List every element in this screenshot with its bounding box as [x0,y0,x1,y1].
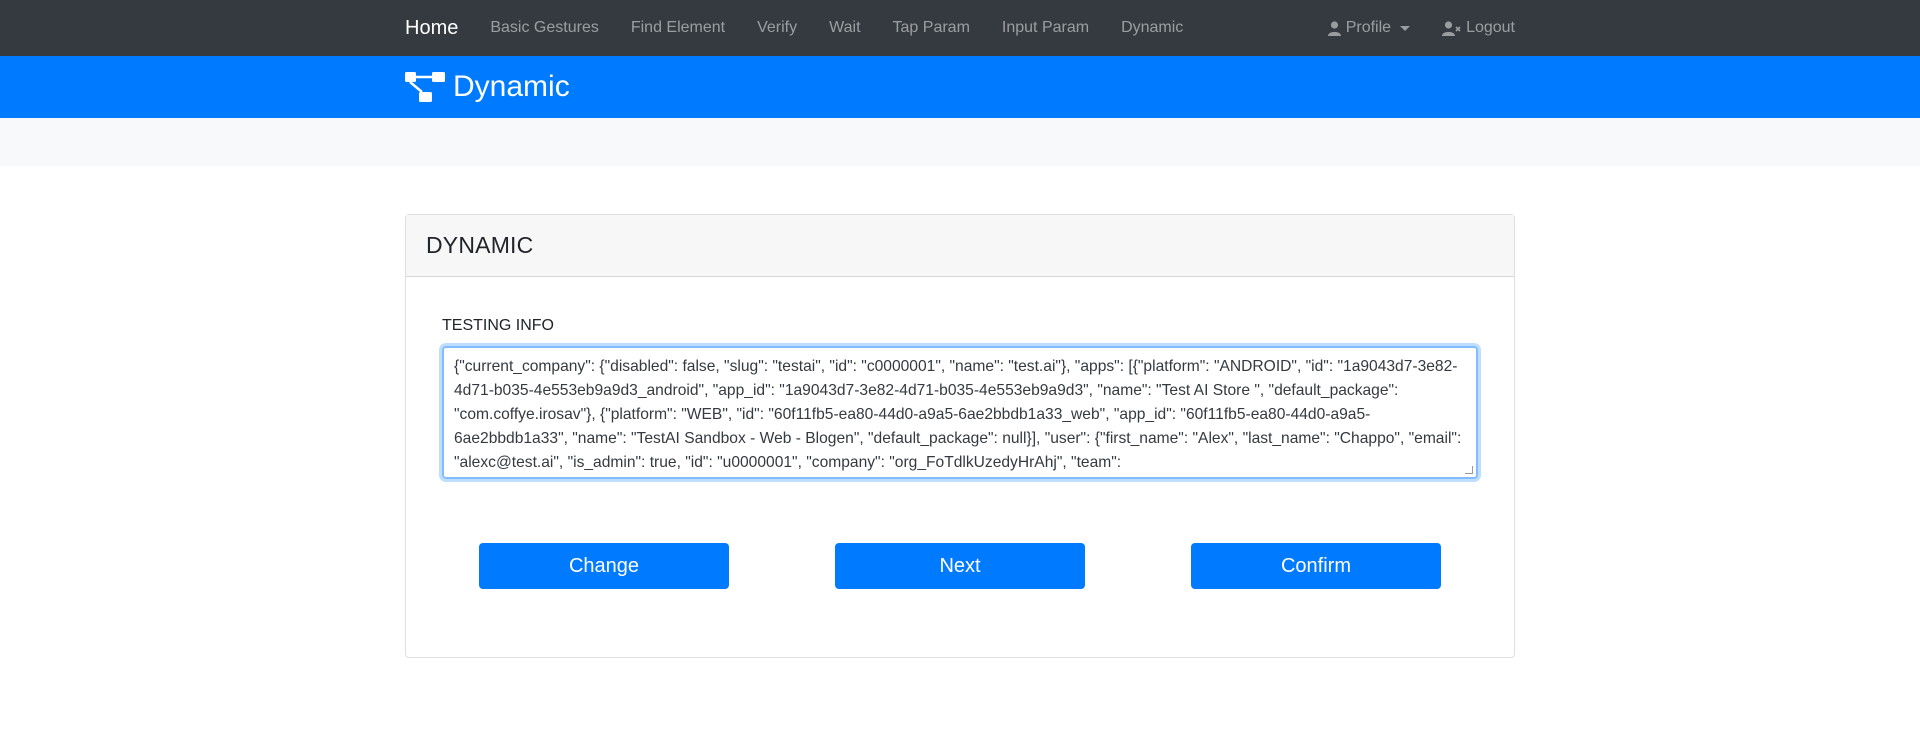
profile-dropdown[interactable]: Profile [1327,19,1411,37]
nav-link-input-param[interactable]: Input Param [1002,19,1089,37]
chevron-down-icon [1400,25,1411,31]
user-icon [1327,20,1341,36]
change-button[interactable]: Change [479,543,729,589]
testing-info-text: {"current_company": {"disabled": false, … [454,358,1466,471]
nav-link-dynamic[interactable]: Dynamic [1121,19,1183,37]
resize-handle[interactable] [1465,466,1473,474]
nav-right-group: Profile Logout [1296,19,1515,37]
nav-link-find-element[interactable]: Find Element [631,19,725,37]
sub-bar [0,118,1920,166]
nav-link-verify[interactable]: Verify [757,19,797,37]
navbar-container: Home Basic Gestures Find Element Verify … [405,0,1515,56]
profile-label: Profile [1345,19,1392,36]
top-navbar: Home Basic Gestures Find Element Verify … [0,0,1920,56]
dynamic-card: DYNAMIC TESTING INFO {"current_company":… [405,214,1515,658]
logout-label: Logout [1466,19,1515,36]
sitemap-icon [405,72,445,102]
testing-info-textarea[interactable]: {"current_company": {"disabled": false, … [442,346,1478,479]
logout-link[interactable]: Logout [1442,19,1515,37]
testing-info-label: TESTING INFO [442,317,554,334]
confirm-button[interactable]: Confirm [1191,543,1441,589]
next-button[interactable]: Next [835,543,1085,589]
page-title: Dynamic [453,70,570,103]
user-times-icon [1442,20,1461,36]
page-header-inner: Dynamic [405,56,570,118]
nav-link-tap-param[interactable]: Tap Param [893,19,970,37]
nav-link-basic-gestures[interactable]: Basic Gestures [490,19,598,37]
nav-link-wait[interactable]: Wait [829,19,860,37]
nav-home-link[interactable]: Home [405,17,458,40]
page-header-band: Dynamic [0,56,1920,118]
card-header: DYNAMIC [406,215,1514,277]
